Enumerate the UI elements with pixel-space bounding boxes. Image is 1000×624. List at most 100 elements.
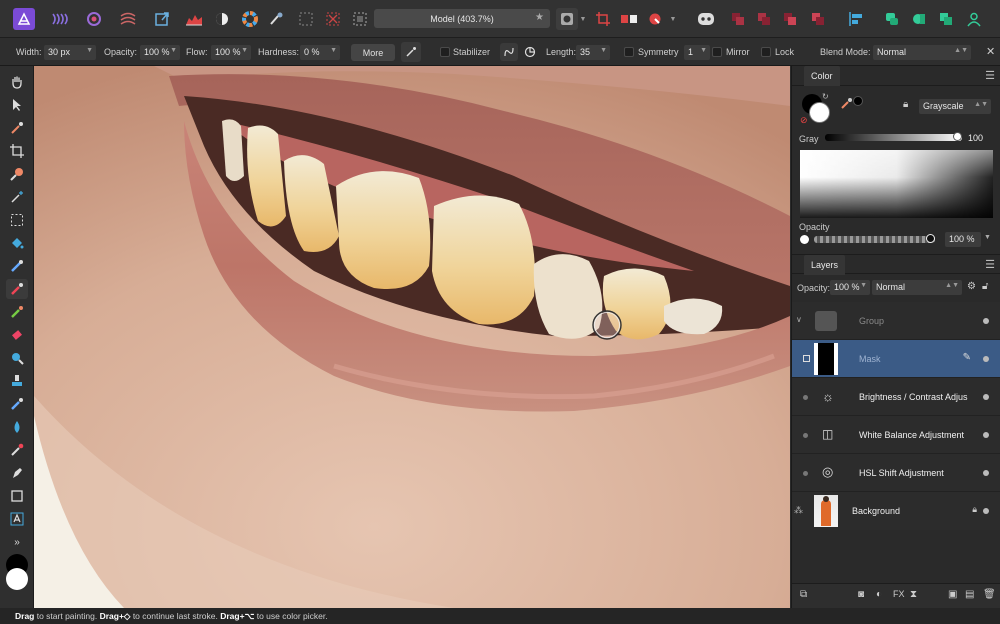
stabilizer-checkbox[interactable] xyxy=(440,47,450,57)
width-field[interactable]: 30 px ▼ xyxy=(44,45,96,60)
tab-color[interactable]: Color xyxy=(804,66,840,86)
layer-visibility-dot[interactable] xyxy=(983,432,989,438)
pen-tool-icon[interactable] xyxy=(6,463,28,483)
magic-wand-tool-icon[interactable] xyxy=(6,187,28,207)
symmetry-checkbox[interactable] xyxy=(624,47,634,57)
add-group-icon[interactable]: ▣ xyxy=(948,589,957,600)
crop-tool-icon[interactable] xyxy=(6,141,28,161)
arrange-front-icon[interactable] xyxy=(807,8,829,30)
gray-value[interactable]: 100 xyxy=(968,133,983,143)
selection-brush-tool-icon[interactable] xyxy=(6,164,28,184)
histogram-icon[interactable] xyxy=(183,8,205,30)
expand-tools-icon[interactable]: » xyxy=(6,532,28,552)
add-mask-icon[interactable]: ◙ xyxy=(858,589,864,600)
text-tool-icon[interactable] xyxy=(6,509,28,529)
no-color-icon[interactable]: ⊘ xyxy=(800,115,808,126)
symmetry-count-field[interactable]: 1 ▼ xyxy=(684,45,710,60)
primary-color-swatch[interactable] xyxy=(6,568,28,590)
expand-group-icon[interactable]: ∨ xyxy=(796,315,802,324)
studio-layers-icon[interactable] xyxy=(908,8,930,30)
blend-mode-select[interactable]: Normal ▲▼ xyxy=(873,45,971,60)
red-eye-tool-icon[interactable] xyxy=(6,440,28,460)
layer-visibility-dot[interactable] xyxy=(983,356,989,362)
no-selection-icon[interactable] xyxy=(322,8,344,30)
color-opacity-field[interactable]: 100 % xyxy=(945,232,981,247)
mirror-view-icon[interactable] xyxy=(618,8,640,30)
add-effect-icon[interactable]: FX xyxy=(893,589,905,599)
layer-row-white-balance[interactable]: ◫ White Balance Adjustment xyxy=(792,416,1000,454)
selection-grid-icon[interactable] xyxy=(295,8,317,30)
flood-fill-tool-icon[interactable] xyxy=(6,233,28,253)
layer-lock-icon[interactable]: 🔓︎ xyxy=(982,281,988,292)
arrange-forward-icon[interactable] xyxy=(779,8,801,30)
gray-spectrum[interactable] xyxy=(800,150,993,218)
hardness-field[interactable]: 0 % ▼ xyxy=(300,45,340,60)
layer-opacity-field[interactable]: 100 % ▼ xyxy=(830,280,870,295)
photo-persona-icon[interactable] xyxy=(13,8,35,30)
arrange-back-icon[interactable] xyxy=(727,8,749,30)
star-icon[interactable]: ★ xyxy=(535,12,544,23)
gray-slider[interactable] xyxy=(825,132,962,141)
layer-visibility-toggle[interactable] xyxy=(803,433,808,438)
blur-brush-tool-icon[interactable] xyxy=(6,394,28,414)
layer-row-brightness[interactable]: ☼ Brightness / Contrast Adjus xyxy=(792,378,1000,416)
add-adjustment-icon[interactable]: ◐ xyxy=(876,589,882,600)
layer-visibility-toggle[interactable] xyxy=(803,395,808,400)
color-wheel-icon[interactable] xyxy=(239,8,261,30)
primary-color-well[interactable] xyxy=(809,102,830,123)
color-mode-select[interactable]: Grayscale ▲▼ xyxy=(919,99,991,114)
mirror-checkbox[interactable] xyxy=(712,47,722,57)
gray-slider-knob[interactable] xyxy=(953,132,962,141)
brush-studio-icon[interactable] xyxy=(265,8,287,30)
picked-color-swatch[interactable] xyxy=(853,96,863,106)
brush-options-icon[interactable] xyxy=(401,42,421,62)
layer-select-checkbox[interactable] xyxy=(803,355,810,362)
opacity-field[interactable]: 100 % ▼ xyxy=(140,45,180,60)
color-opacity-knob[interactable] xyxy=(926,234,935,243)
layer-visibility-dot[interactable] xyxy=(983,318,989,324)
layer-row-mask[interactable]: Mask ✎ xyxy=(792,340,1000,378)
assistant-icon[interactable] xyxy=(695,8,717,30)
add-live-filter-icon[interactable]: ⧗ xyxy=(910,589,917,600)
color-opacity-slider[interactable] xyxy=(814,234,935,243)
smudge-tool-icon[interactable] xyxy=(6,417,28,437)
quick-mask-icon[interactable] xyxy=(556,8,578,30)
layer-settings-icon[interactable]: ⚙ xyxy=(967,281,976,292)
marquee-icon[interactable] xyxy=(349,8,371,30)
more-button[interactable]: More xyxy=(351,44,395,61)
layer-row-hsl[interactable]: ◎ HSL Shift Adjustment xyxy=(792,454,1000,492)
studio-swap-icon[interactable] xyxy=(935,8,957,30)
length-field[interactable]: 35 ▼ xyxy=(576,45,610,60)
develop-persona-icon[interactable] xyxy=(83,8,105,30)
layer-visibility-toggle[interactable] xyxy=(803,471,808,476)
chevron-down-icon[interactable]: ▼ xyxy=(984,234,991,241)
layer-visibility-dot[interactable] xyxy=(983,508,989,514)
liquify-persona-icon[interactable] xyxy=(49,8,71,30)
marquee-tool-icon[interactable] xyxy=(6,210,28,230)
window-mode-icon[interactable] xyxy=(521,43,539,61)
layer-mode-icon[interactable]: ⧉ xyxy=(800,589,807,600)
swap-colors-icon[interactable]: ↻ xyxy=(822,92,829,101)
color-panel-menu-icon[interactable]: ☰ xyxy=(985,69,995,82)
add-pixel-layer-icon[interactable]: ▤ xyxy=(965,589,974,600)
rope-mode-icon[interactable] xyxy=(500,43,518,61)
color-picker-tool-icon[interactable] xyxy=(6,118,28,138)
chevron-down-icon[interactable]: ▼ xyxy=(578,8,588,30)
rectangle-tool-icon[interactable] xyxy=(6,486,28,506)
paint-brush-tool-icon[interactable] xyxy=(6,279,28,299)
move-tool-icon[interactable] xyxy=(6,95,28,115)
layers-panel-menu-icon[interactable]: ☰ xyxy=(985,258,995,271)
layer-row-group[interactable]: ∨ Group xyxy=(792,302,1000,340)
arrange-backward-icon[interactable] xyxy=(753,8,775,30)
tab-layers[interactable]: Layers xyxy=(804,255,846,275)
eyedropper-icon[interactable] xyxy=(840,96,854,112)
lock-checkbox[interactable] xyxy=(761,47,771,57)
flow-field[interactable]: 100 % ▼ xyxy=(211,45,251,60)
document-title[interactable]: Model (403.7%) ★ xyxy=(374,9,550,28)
gradient-tool-icon[interactable] xyxy=(6,256,28,276)
edit-brush-icon[interactable]: ✎ xyxy=(963,352,971,363)
inpainting-tool-icon[interactable] xyxy=(6,371,28,391)
tone-mapping-persona-icon[interactable] xyxy=(117,8,139,30)
align-icon[interactable] xyxy=(845,8,867,30)
erase-brush-tool-icon[interactable] xyxy=(6,325,28,345)
